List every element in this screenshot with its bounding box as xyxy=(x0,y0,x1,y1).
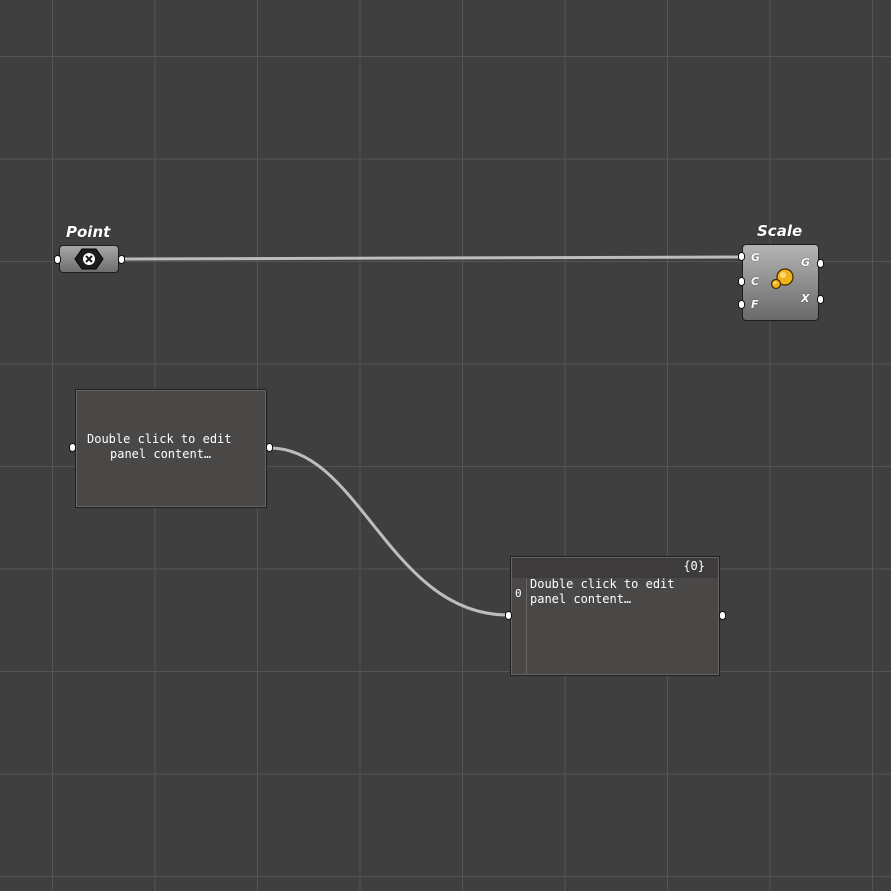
scale-input-g-port[interactable] xyxy=(738,252,745,261)
panel-1-output-port[interactable] xyxy=(266,443,273,452)
point-component[interactable] xyxy=(59,245,119,273)
point-param-icon xyxy=(74,248,104,270)
panel-2-path-header: {0} xyxy=(683,559,705,573)
panel-2-content-line1: Double click to edit xyxy=(530,577,675,591)
panel-1-content-line1: Double click to edit xyxy=(87,432,232,446)
panel-2-row-index: 0 xyxy=(515,587,522,600)
panel-2[interactable]: {0} 0 Double click to edit panel content… xyxy=(510,556,720,676)
scale-output-g-port[interactable] xyxy=(817,259,824,268)
panel-1-content-line2: panel content… xyxy=(110,447,212,461)
panel-2-gutter xyxy=(526,579,527,674)
scale-component-title: Scale xyxy=(757,222,803,240)
point-component-title: Point xyxy=(66,223,111,241)
panel-1-input-port[interactable] xyxy=(69,443,76,452)
scale-output-x-port[interactable] xyxy=(817,295,824,304)
panel-2-output-port[interactable] xyxy=(719,611,726,620)
panel-2-content-line2: panel content… xyxy=(530,592,632,606)
scale-icon xyxy=(770,268,794,290)
point-input-port[interactable] xyxy=(54,255,61,264)
scale-input-f-label: F xyxy=(751,298,759,311)
panel-2-input-port[interactable] xyxy=(505,611,512,620)
scale-input-c-port[interactable] xyxy=(738,277,745,286)
scale-component[interactable]: G C F G X xyxy=(742,244,819,321)
point-output-port[interactable] xyxy=(118,255,125,264)
scale-output-g-label: G xyxy=(801,256,811,269)
scale-output-x-label: X xyxy=(801,292,810,305)
panel-1[interactable]: Double click to edit panel content… xyxy=(75,389,267,508)
scale-input-f-port[interactable] xyxy=(738,300,745,309)
scale-input-g-label: G xyxy=(751,251,761,264)
scale-input-c-label: C xyxy=(751,275,760,288)
